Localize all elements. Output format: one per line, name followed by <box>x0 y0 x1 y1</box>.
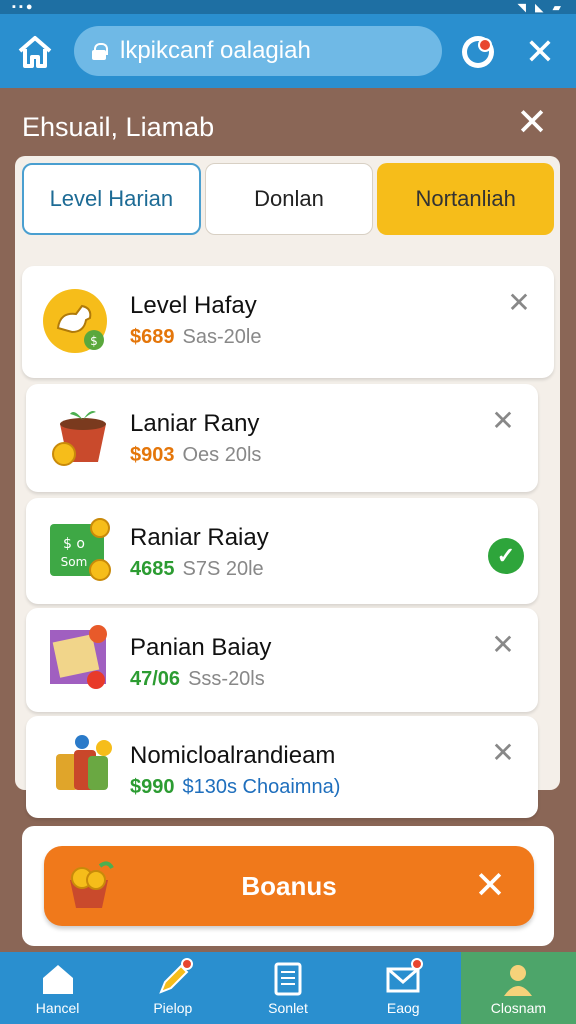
svg-text:$: $ <box>90 334 98 348</box>
item-extra: S7S 20le <box>182 558 264 580</box>
status-icons: ◥ ◣ ▰ <box>517 1 564 14</box>
dismiss-icon[interactable]: ✕ <box>488 406 518 436</box>
item-meta: 47/06 Sss-20ls <box>130 668 265 691</box>
lock-icon <box>92 43 108 60</box>
item-price: $990 <box>130 776 175 798</box>
nav-label: Eaog <box>386 1000 420 1016</box>
dialog-title: Ehsuail, Liamab <box>22 112 215 142</box>
home-icon[interactable] <box>16 34 54 70</box>
tab-donlan[interactable]: Donlan <box>204 163 374 235</box>
nav-item-pielop[interactable]: Pielop <box>115 952 230 1024</box>
bottom-nav: Hancel Pielop Sonlet Eaog Closnam <box>0 952 576 1024</box>
item-meta: $990 $130s Choaimna) <box>130 776 340 799</box>
svg-text:Som: Som <box>61 555 88 569</box>
top-bar: lkpikcanf oalagiah ✕ <box>0 14 576 88</box>
nav-label: Pielop <box>153 1000 193 1016</box>
item-name: Raniar Raiay <box>130 524 269 551</box>
svg-text:$ o: $ o <box>63 536 85 552</box>
profile-icon[interactable] <box>462 36 494 68</box>
list-item[interactable]: $ Level Hafay $689 Sas-20le ✕ <box>22 266 554 378</box>
person-icon <box>500 962 536 996</box>
item-price: 47/06 <box>130 668 181 690</box>
item-name: Panian Baiay <box>130 634 272 661</box>
url-text: lkpikcanf oalagiah <box>120 37 311 64</box>
treasure-bundle-icon <box>48 734 114 800</box>
item-name: Level Hafay <box>130 292 257 319</box>
item-price: 4685 <box>130 558 175 580</box>
list-item[interactable]: Panian Baiay 47/06 Sss-20ls ✕ <box>26 608 538 712</box>
duck-coin-icon: $ <box>42 288 108 354</box>
list-item[interactable]: $ o Som Raniar Raiay 4685 S7S 20le ✓ <box>26 498 538 604</box>
item-price: $903 <box>130 444 175 466</box>
tab-nortanliah[interactable]: Nortanliah <box>377 163 555 235</box>
item-extra: Sss-20ls <box>188 668 265 690</box>
notification-badge <box>411 958 424 970</box>
nav-item-hancel[interactable]: Hancel <box>0 952 115 1024</box>
checkmark-icon[interactable]: ✓ <box>488 538 524 574</box>
list-item[interactable]: Laniar Rany $903 Oes 20ls ✕ <box>26 384 538 492</box>
item-name: Laniar Rany <box>130 410 260 437</box>
dismiss-icon[interactable]: ✕ <box>488 630 518 660</box>
document-icon <box>270 962 306 996</box>
dismiss-icon[interactable]: ✕ <box>504 288 534 318</box>
pencil-icon <box>155 958 193 996</box>
mail-icon <box>385 958 424 996</box>
home-icon <box>40 962 76 996</box>
list-item[interactable]: Nomicloalrandieam $990 $130s Choaimna) ✕ <box>26 716 538 818</box>
tab-level-harian[interactable]: Level Harian <box>22 163 201 235</box>
nav-label: Closnam <box>490 1000 547 1016</box>
nav-label: Sonlet <box>268 1000 308 1016</box>
url-field[interactable]: lkpikcanf oalagiah <box>74 26 442 76</box>
flower-pot-icon <box>50 404 116 470</box>
tab-bar: Level Harian Donlan Nortanliah <box>22 163 555 235</box>
item-extra: Sas-20le <box>182 326 262 348</box>
item-meta: 4685 S7S 20le <box>130 558 264 581</box>
status-left: ▪ ▪ ● <box>12 1 33 13</box>
close-icon[interactable]: ✕ <box>522 34 558 70</box>
item-extra: $130s Choaimna) <box>182 776 341 798</box>
item-extra: Oes 20ls <box>182 444 262 466</box>
item-meta: $903 Oes 20ls <box>130 444 261 467</box>
ticket-fruit-icon <box>48 624 114 690</box>
dialog-close-icon[interactable]: ✕ <box>512 103 552 143</box>
bonus-close-icon[interactable]: ✕ <box>474 846 506 926</box>
bonus-button[interactable]: Boanus ✕ <box>44 846 534 926</box>
bonus-label: Boanus <box>241 871 337 901</box>
item-name: Nomicloalrandieam <box>130 742 336 769</box>
cash-coins-icon: $ o Som <box>48 516 114 582</box>
status-bar: ▪ ▪ ● ◥ ◣ ▰ <box>0 0 576 14</box>
item-price: $689 <box>130 326 175 348</box>
nav-item-eaog[interactable]: Eaog <box>346 952 461 1024</box>
nav-item-sonlet[interactable]: Sonlet <box>230 952 345 1024</box>
nav-item-closnam[interactable]: Closnam <box>460 952 576 1024</box>
nav-label: Hancel <box>35 1000 80 1016</box>
dismiss-icon[interactable]: ✕ <box>488 738 518 768</box>
item-meta: $689 Sas-20le <box>130 326 261 349</box>
notification-badge <box>180 958 193 970</box>
